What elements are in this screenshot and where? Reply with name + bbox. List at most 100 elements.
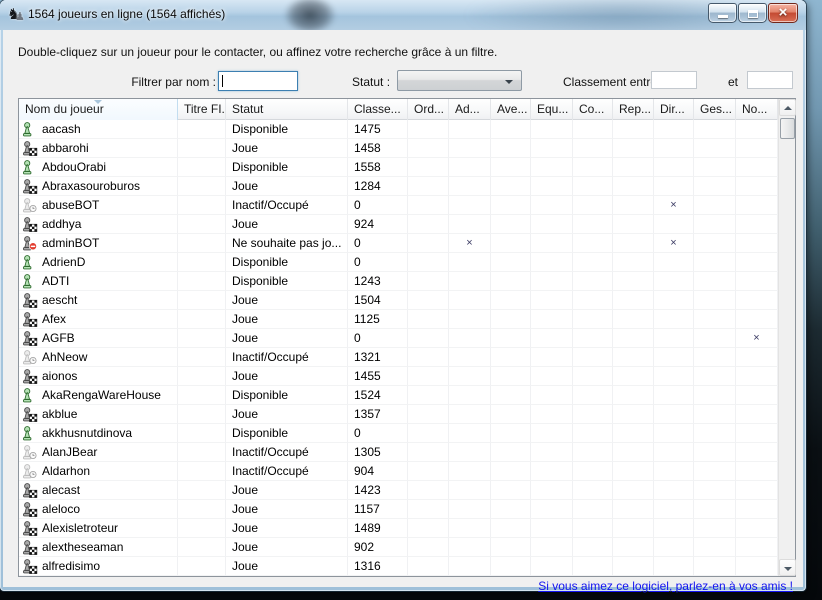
cell-nom: AGFB	[19, 329, 178, 348]
cell-ord	[408, 215, 449, 234]
player-name: abuseBOT	[42, 196, 99, 214]
cell-titre	[178, 234, 226, 253]
playing-status-icon	[22, 407, 39, 422]
column-header-ave[interactable]: Ave...	[491, 99, 531, 120]
table-row[interactable]: alextheseamanJoue902	[19, 538, 778, 557]
cell-rep	[613, 348, 654, 367]
column-header-statut[interactable]: Statut	[226, 99, 348, 120]
table-row[interactable]: abbarohiJoue1458	[19, 139, 778, 158]
table-row[interactable]: AhNeowInactif/Occupé1321	[19, 348, 778, 367]
cell-co	[573, 253, 613, 272]
table-row[interactable]: alecastJoue1423	[19, 481, 778, 500]
column-header-no[interactable]: No...	[736, 99, 778, 120]
cell-co	[573, 386, 613, 405]
column-header-dir[interactable]: Dir...	[654, 99, 694, 120]
cell-ave	[491, 500, 531, 519]
playing-status-icon	[22, 293, 39, 308]
cell-titre	[178, 348, 226, 367]
vertical-scrollbar[interactable]	[778, 99, 795, 576]
cell-co	[573, 177, 613, 196]
player-name: addhya	[42, 215, 81, 233]
column-header-ges[interactable]: Ges...	[694, 99, 736, 120]
column-header-ord[interactable]: Ord...	[408, 99, 449, 120]
cell-equ	[531, 310, 573, 329]
table-row[interactable]: aeschtJoue1504	[19, 291, 778, 310]
maximize-button[interactable]	[738, 3, 767, 23]
cell-nom: abbarohi	[19, 139, 178, 158]
cell-classement: 904	[348, 462, 408, 481]
table-row[interactable]: AlexisletroteurJoue1489	[19, 519, 778, 538]
table-row[interactable]: akkhusnutdinovaDisponible0	[19, 424, 778, 443]
table-row[interactable]: AlanJBearInactif/Occupé1305	[19, 443, 778, 462]
cell-ad	[449, 139, 491, 158]
column-header-label: Equ...	[537, 102, 568, 116]
available-status-icon	[22, 255, 39, 270]
classement-min-input[interactable]	[651, 71, 697, 89]
cell-equ	[531, 177, 573, 196]
cell-statut: Ne souhaite pas jo...	[226, 234, 348, 253]
table-row[interactable]: aionosJoue1455	[19, 367, 778, 386]
footer-bar: Si vous aimez ce logiciel, parlez-en à v…	[3, 579, 793, 593]
cell-rep	[613, 272, 654, 291]
cell-ave	[491, 424, 531, 443]
cell-ad	[449, 215, 491, 234]
cell-titre	[178, 158, 226, 177]
table-row[interactable]: AbraxasouroburosJoue1284	[19, 177, 778, 196]
available-status-icon	[22, 426, 39, 441]
cell-titre	[178, 538, 226, 557]
close-button[interactable]: ×	[768, 3, 798, 23]
column-header-rep[interactable]: Rep...	[613, 99, 654, 120]
playing-status-icon	[22, 369, 39, 384]
column-header-ad[interactable]: Ad...	[449, 99, 491, 120]
cell-co	[573, 158, 613, 177]
cell-rep	[613, 291, 654, 310]
cell-co	[573, 424, 613, 443]
column-header-classement[interactable]: Classe...	[348, 99, 408, 120]
table-row[interactable]: abuseBOTInactif/Occupé0×	[19, 196, 778, 215]
playing-status-icon	[22, 502, 39, 517]
player-name: ADTI	[42, 272, 69, 290]
table-row[interactable]: AfexJoue1125	[19, 310, 778, 329]
table-row[interactable]: ADTIDisponible1243	[19, 272, 778, 291]
sort-arrow-icon	[94, 100, 102, 104]
table-row[interactable]: AGFBJoue0×	[19, 329, 778, 348]
filter-name-input[interactable]	[218, 71, 298, 91]
statut-dropdown[interactable]	[397, 70, 522, 91]
scroll-down-button[interactable]	[779, 559, 796, 576]
scroll-up-button[interactable]	[779, 99, 796, 116]
classement-max-input[interactable]	[747, 71, 793, 89]
table-row[interactable]: aacashDisponible1475	[19, 120, 778, 139]
column-header-nom[interactable]: Nom du joueur	[19, 99, 178, 120]
cell-statut: Disponible	[226, 253, 348, 272]
cell-equ	[531, 253, 573, 272]
cell-titre	[178, 557, 226, 576]
cell-titre	[178, 291, 226, 310]
cell-equ	[531, 500, 573, 519]
scrollbar-thumb[interactable]	[780, 118, 795, 139]
minimize-button[interactable]	[708, 3, 737, 23]
title-bar[interactable]: ♟ ♞ 1564 joueurs en ligne (1564 affichés…	[0, 0, 806, 30]
table-row[interactable]: alelocoJoue1157	[19, 500, 778, 519]
table-row[interactable]: adminBOTNe souhaite pas jo...0××	[19, 234, 778, 253]
cell-rep	[613, 253, 654, 272]
column-header-co[interactable]: Co...	[573, 99, 613, 120]
table-row[interactable]: akblueJoue1357	[19, 405, 778, 424]
cell-ges	[694, 234, 736, 253]
table-row[interactable]: alfredisimoJoue1316	[19, 557, 778, 576]
cell-ad	[449, 519, 491, 538]
table-row[interactable]: AdrienDDisponible0	[19, 253, 778, 272]
recommend-link[interactable]: Si vous aimez ce logiciel, parlez-en à v…	[538, 579, 793, 593]
cell-ges	[694, 215, 736, 234]
cell-ave	[491, 405, 531, 424]
cell-ad	[449, 272, 491, 291]
cell-ges	[694, 348, 736, 367]
column-header-titre[interactable]: Titre FI...	[178, 99, 226, 120]
cell-statut: Joue	[226, 139, 348, 158]
column-header-equ[interactable]: Equ...	[531, 99, 573, 120]
cell-co	[573, 500, 613, 519]
table-row[interactable]: AbdouOrabiDisponible1558	[19, 158, 778, 177]
table-row[interactable]: AldarhonInactif/Occupé904	[19, 462, 778, 481]
table-row[interactable]: addhyaJoue924	[19, 215, 778, 234]
cell-nom: alfredisimo	[19, 557, 178, 576]
table-row[interactable]: AkaRengaWareHouseDisponible1524	[19, 386, 778, 405]
